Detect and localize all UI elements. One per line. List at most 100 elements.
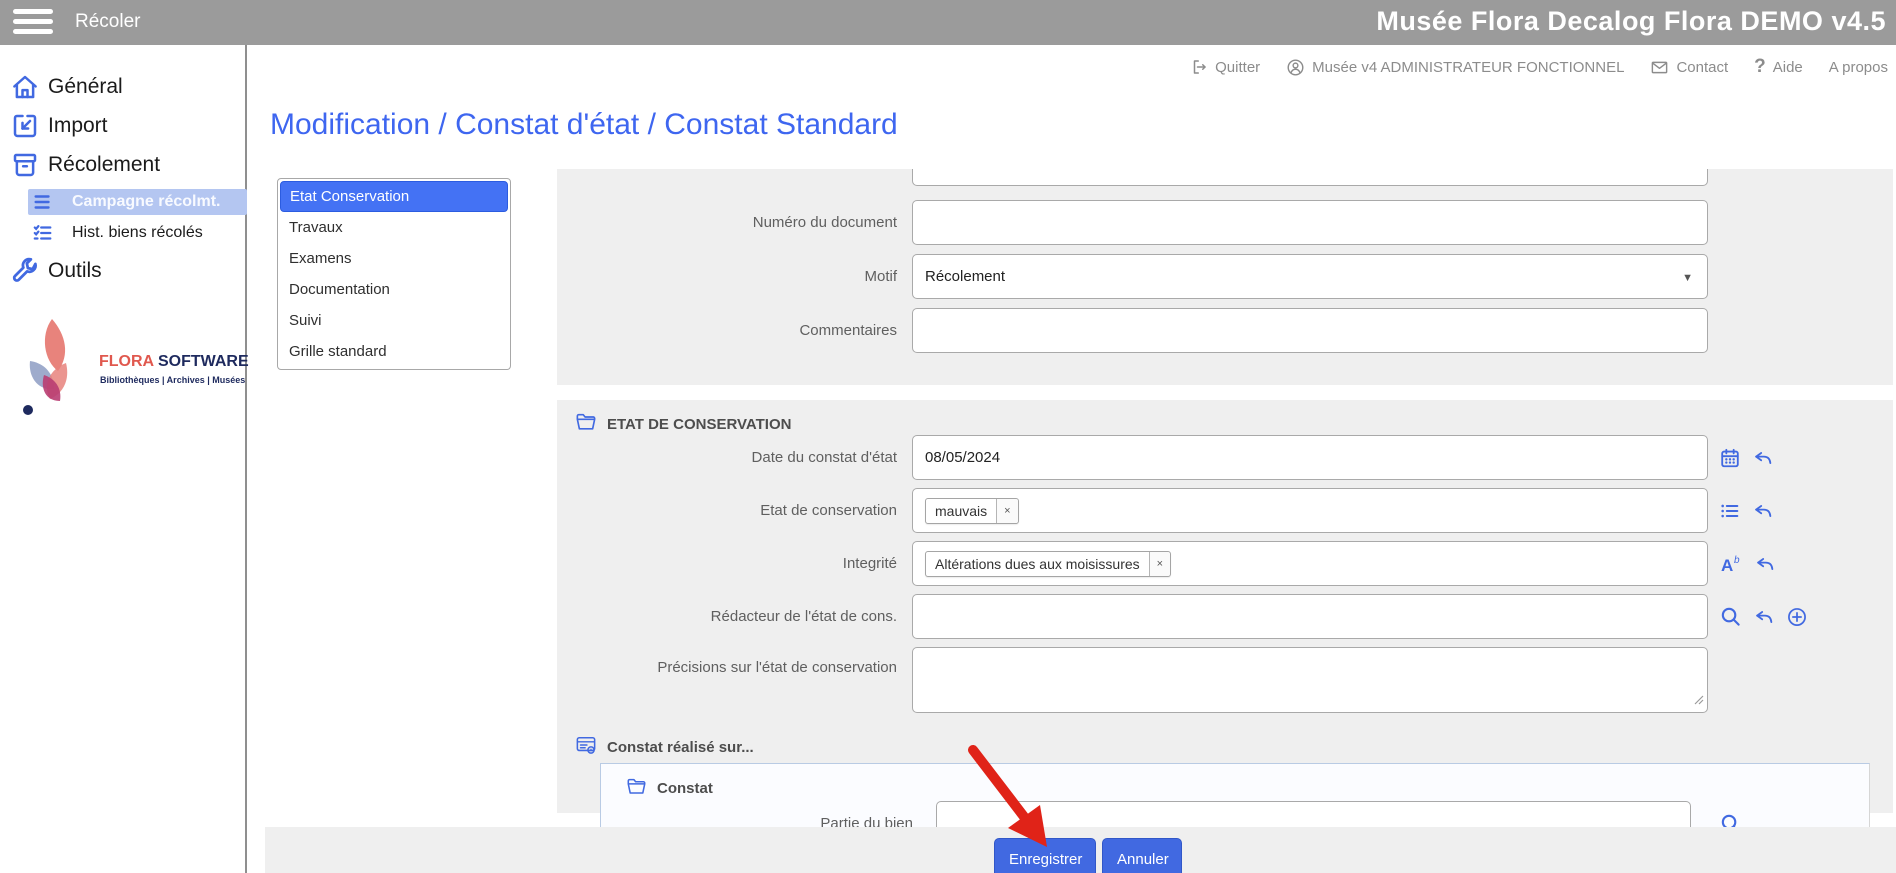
sidebar-item-hist-biens-recoles[interactable]: Hist. biens récolés (0, 220, 245, 246)
top-bar: Récoler Musée Flora Decalog Flora DEMO v… (0, 0, 1896, 45)
app-title: Musée Flora Decalog Flora DEMO v4.5 (1376, 6, 1886, 36)
undo-icon[interactable] (1753, 606, 1775, 628)
flora-logo-mark (23, 319, 68, 415)
sidebar-item-general[interactable]: Général (0, 67, 245, 107)
checklist-icon (32, 222, 54, 244)
import-icon (10, 111, 40, 141)
redacteur-row: Rédacteur de l'état de cons. (557, 594, 1893, 639)
plus-circle-icon[interactable] (1786, 606, 1808, 628)
date-constat-row: Date du constat d'état (557, 435, 1893, 480)
sidebar-item-label: Campagne récolmt. (72, 193, 221, 210)
sidebar-item-label: Outils (48, 259, 102, 282)
select-caret-icon: ▼ (1682, 272, 1693, 284)
sidebar-item-label: Récolement (48, 153, 161, 176)
logo-wordmark: FLORA SOFTWARE (99, 353, 249, 370)
tab-suivi[interactable]: Suivi (280, 305, 508, 336)
tab-list: Etat Conservation Travaux Examens Docume… (277, 178, 511, 370)
question-icon: ? (1754, 56, 1766, 77)
header-links: Quitter Musée v4 ADMINISTRATEUR FONCTION… (1190, 56, 1888, 78)
conservation-section-header: ETAT DE CONSERVATION (575, 412, 791, 436)
sidebar-item-recolement[interactable]: Récolement (0, 145, 245, 185)
document-panel: Numéro du document Motif Récolement ▼ Co… (557, 169, 1893, 385)
resize-handle-icon[interactable] (1694, 692, 1704, 709)
etat-chip: mauvais × (925, 497, 1019, 524)
archive-box-icon (10, 150, 40, 180)
hamburger-menu-icon[interactable] (13, 9, 55, 36)
sidebar: Général Import Récolement Campagne récol… (0, 45, 249, 873)
topbar-module-label: Récoler (75, 11, 141, 32)
list-icon[interactable] (1719, 500, 1741, 522)
menu-lines-icon (32, 191, 54, 213)
flora-software-logo: FLORA SOFTWARE Bibliothèques | Archives … (14, 317, 249, 437)
integrite-label: Integrité (842, 555, 897, 572)
redacteur-input[interactable] (912, 594, 1708, 639)
numero-document-input[interactable] (912, 200, 1708, 245)
integrite-row: Integrité Altérations dues aux moisissur… (557, 541, 1893, 586)
cancel-button[interactable]: Annuler (1102, 838, 1182, 873)
sidebar-item-campagne-recolement[interactable]: Campagne récolmt. (28, 189, 247, 215)
folder-icon (626, 777, 647, 800)
app-window: Récoler Musée Flora Decalog Flora DEMO v… (0, 0, 1896, 873)
commentaires-input[interactable] (912, 308, 1708, 353)
chip-remove-button[interactable]: × (996, 498, 1018, 523)
sidebar-item-import[interactable]: Import (0, 106, 245, 146)
numero-document-row: Numéro du document (557, 200, 1893, 245)
date-constat-input[interactable] (912, 435, 1708, 480)
calendar-icon[interactable] (1719, 447, 1741, 469)
logo-tagline: Bibliothèques | Archives | Musées (100, 375, 246, 385)
etat-conservation-row: Etat de conservation mauvais × (557, 488, 1893, 533)
clipped-top-field[interactable] (912, 169, 1708, 186)
motif-selected-value: Récolement (925, 268, 1006, 285)
action-bar: Enregistrer Annuler (265, 827, 1896, 873)
contact-link[interactable]: Contact (1650, 58, 1728, 77)
etat-conservation-label: Etat de conservation (760, 502, 897, 519)
sidebar-item-label: Général (48, 75, 123, 98)
etat-conservation-input[interactable]: mauvais × (912, 488, 1708, 533)
precisions-label: Précisions sur l'état de conservation (657, 658, 897, 676)
sidebar-item-label: Import (48, 114, 108, 137)
constat-header: Constat (626, 777, 713, 800)
constat-subpanel: Constat Partie du bien (600, 763, 1870, 846)
motif-select[interactable]: Récolement ▼ (912, 254, 1708, 299)
sidebar-item-label: Hist. biens récolés (72, 224, 203, 241)
home-icon (10, 72, 40, 102)
page-title: Modification / Constat d'état / Constat … (270, 108, 898, 141)
tab-documentation[interactable]: Documentation (280, 274, 508, 305)
quitter-link[interactable]: Quitter (1190, 58, 1260, 76)
aide-link[interactable]: ? Aide (1754, 56, 1803, 78)
date-constat-label: Date du constat d'état (751, 449, 897, 466)
integrite-chip: Altérations dues aux moisissures × (925, 550, 1172, 577)
save-button[interactable]: Enregistrer (994, 838, 1096, 873)
undo-icon[interactable] (1754, 553, 1776, 575)
text-ab-icon[interactable]: Ab (1719, 552, 1743, 576)
record-card-icon (575, 735, 597, 759)
svg-text:A: A (1721, 556, 1733, 575)
tab-examens[interactable]: Examens (280, 243, 508, 274)
logout-icon (1190, 58, 1208, 76)
precisions-row: Précisions sur l'état de conservation (557, 647, 1893, 713)
search-icon[interactable] (1719, 605, 1742, 628)
redacteur-label: Rédacteur de l'état de cons. (710, 608, 897, 625)
undo-icon[interactable] (1752, 500, 1774, 522)
envelope-icon (1650, 58, 1669, 77)
tab-etat-conservation[interactable]: Etat Conservation (280, 181, 508, 212)
motif-row: Motif Récolement ▼ (557, 254, 1893, 299)
numero-document-label: Numéro du document (752, 214, 897, 231)
integrite-input[interactable]: Altérations dues aux moisissures × (912, 541, 1708, 586)
user-circle-icon (1286, 58, 1305, 77)
constat-realise-header: Constat réalisé sur... (575, 735, 754, 759)
tab-grille-standard[interactable]: Grille standard (280, 336, 508, 367)
chip-remove-button[interactable]: × (1148, 551, 1171, 576)
svg-text:b: b (1734, 555, 1740, 566)
motif-label: Motif (864, 268, 897, 285)
folder-icon (575, 412, 597, 436)
tab-travaux[interactable]: Travaux (280, 212, 508, 243)
commentaires-row: Commentaires (557, 308, 1893, 353)
undo-icon[interactable] (1752, 447, 1774, 469)
apropos-link[interactable]: A propos (1829, 59, 1888, 76)
sidebar-item-outils[interactable]: Outils (0, 251, 245, 291)
wrench-icon (10, 256, 40, 286)
precisions-textarea[interactable] (912, 647, 1708, 713)
commentaires-label: Commentaires (799, 322, 897, 339)
user-menu[interactable]: Musée v4 ADMINISTRATEUR FONCTIONNEL (1286, 58, 1624, 77)
